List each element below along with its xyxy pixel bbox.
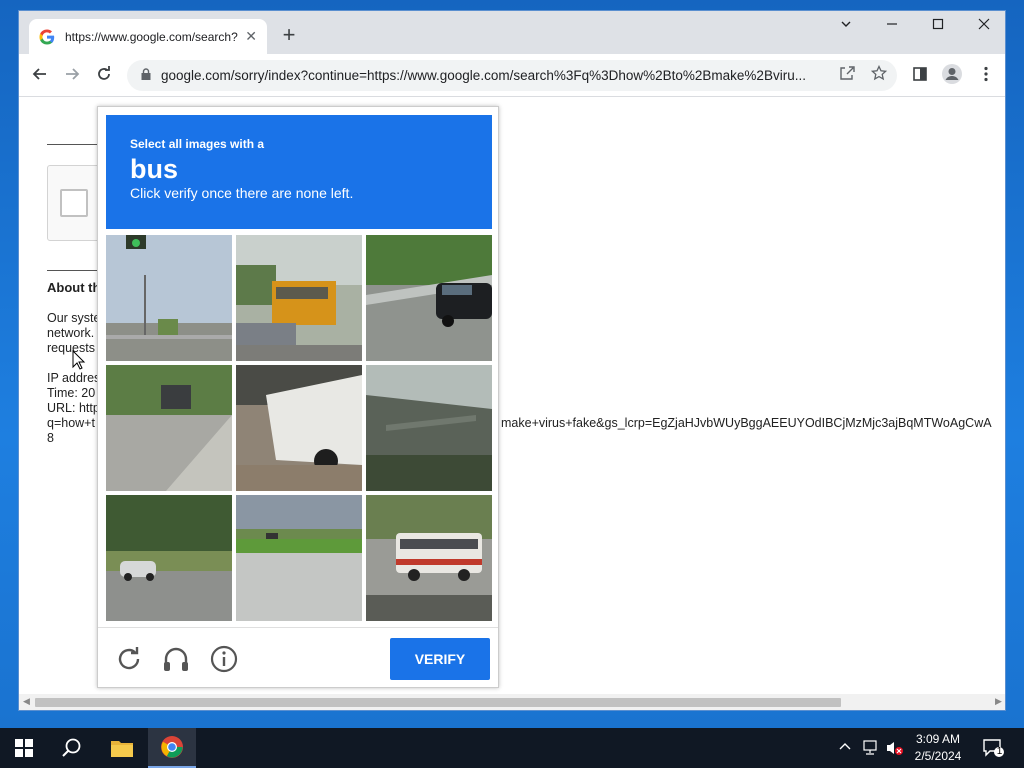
network-icon[interactable] (862, 740, 880, 768)
captcha-tile-5[interactable] (236, 365, 362, 491)
captcha-footer: VERIFY (98, 627, 498, 689)
reload-challenge-icon[interactable] (114, 644, 144, 674)
url-line-continued: q=how+t (47, 416, 95, 430)
captcha-tile-4[interactable] (106, 365, 232, 491)
tab-title: https://www.google.com/search? (65, 29, 238, 44)
about-heading: About th (47, 280, 101, 295)
url-text: google.com/sorry/index?continue=https://… (161, 68, 806, 83)
side-panel-icon[interactable] (907, 63, 933, 89)
clock-date: 2/5/2024 (914, 749, 962, 763)
notification-count: 1 (996, 746, 1003, 757)
back-arrow-icon[interactable] (27, 63, 53, 89)
volume-muted-icon[interactable] (886, 740, 904, 768)
tab-strip: https://www.google.com/search? ✕ + (19, 11, 1005, 54)
taskbar-clock[interactable]: 3:09 AM 2/5/2024 (906, 731, 970, 765)
start-button-windows-icon[interactable] (0, 728, 48, 768)
reload-icon[interactable] (91, 63, 117, 89)
search-icon[interactable] (48, 728, 96, 768)
captcha-tile-9[interactable] (366, 495, 492, 621)
info-icon[interactable] (209, 644, 239, 674)
scroll-right-arrow-icon[interactable]: ▶ (995, 696, 1002, 707)
share-icon[interactable] (837, 65, 857, 85)
lock-icon[interactable] (141, 68, 151, 83)
clock-time: 3:09 AM (915, 732, 961, 746)
captcha-tile-1[interactable] (106, 235, 232, 361)
captcha-tile-3[interactable] (366, 235, 492, 361)
tab-close-icon[interactable]: ✕ (245, 28, 257, 45)
kebab-menu-icon[interactable] (973, 63, 999, 89)
captcha-subtext: Click verify once there are none left. (130, 185, 354, 201)
paragraph-line: Our syste (47, 311, 101, 325)
chrome-taskbar-icon[interactable] (148, 728, 196, 768)
captcha-tile-7[interactable] (106, 495, 232, 621)
paragraph-line: requests (47, 341, 95, 355)
url-line-end: 8 (47, 431, 54, 445)
profile-avatar-icon[interactable] (939, 63, 965, 89)
file-explorer-folder-icon[interactable] (98, 728, 146, 768)
scroll-left-arrow-icon[interactable]: ◀ (23, 696, 30, 707)
new-tab-button[interactable]: + (277, 24, 301, 48)
captcha-challenge-dialog: Select all images with a bus Click verif… (97, 106, 499, 688)
captcha-tile-2[interactable] (236, 235, 362, 361)
minimize-button[interactable] (869, 11, 915, 43)
horizontal-scrollbar[interactable]: ◀ ▶ (19, 694, 1005, 710)
tray-chevron-up-icon[interactable] (838, 740, 852, 768)
audio-challenge-headphones-icon[interactable] (161, 644, 191, 674)
url-line: URL: http (47, 401, 100, 415)
bookmark-star-icon[interactable] (869, 64, 889, 85)
address-bar[interactable]: google.com/sorry/index?continue=https://… (127, 60, 897, 91)
tab-search-chevron-icon[interactable] (823, 11, 869, 43)
google-favicon-icon (39, 29, 55, 45)
captcha-tile-6[interactable] (366, 365, 492, 491)
forward-arrow-icon[interactable] (59, 63, 85, 89)
windows-taskbar: 3:09 AM 2/5/2024 1 (0, 728, 1024, 768)
captcha-tile-8[interactable] (236, 495, 362, 621)
scrollbar-thumb[interactable] (35, 698, 841, 707)
browser-toolbar: google.com/sorry/index?continue=https://… (19, 54, 1005, 97)
close-window-button[interactable] (961, 11, 1005, 43)
action-center-notification-icon[interactable]: 1 (982, 738, 1004, 768)
url-query-tail: make+virus+fake&gs_lcrp=EgZjaHJvbWUyBggA… (501, 416, 992, 430)
captcha-instruction: Select all images with a (130, 137, 265, 151)
browser-tab[interactable]: https://www.google.com/search? ✕ (29, 19, 267, 54)
captcha-target-word: bus (130, 154, 179, 184)
captcha-image-grid (106, 235, 492, 621)
not-a-robot-checkbox[interactable] (60, 189, 88, 217)
mouse-cursor-icon (72, 349, 86, 375)
captcha-header: Select all images with a bus Click verif… (106, 115, 492, 229)
time-line: Time: 20 (47, 386, 96, 400)
paragraph-line: network. (47, 326, 95, 340)
verify-button[interactable]: VERIFY (390, 638, 490, 680)
maximize-button[interactable] (915, 11, 961, 43)
